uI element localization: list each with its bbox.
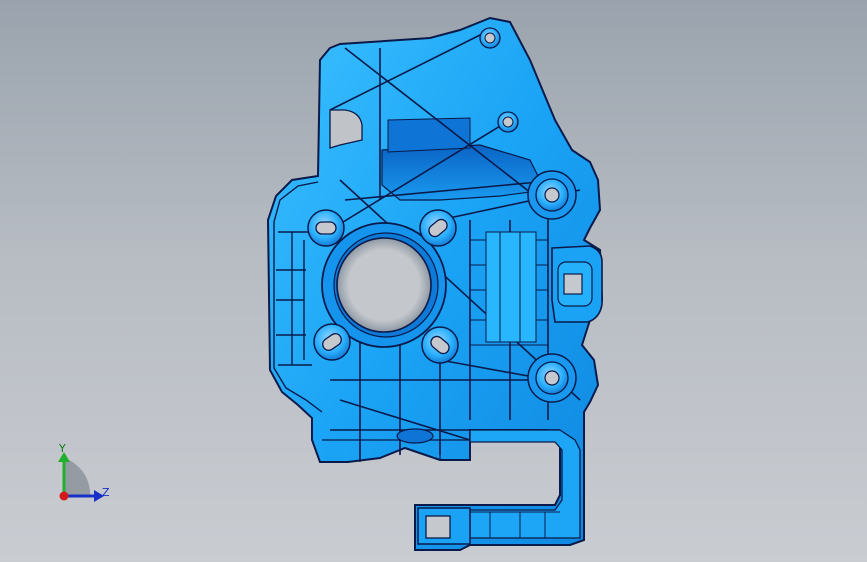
mount-slot-bottom-right xyxy=(421,326,459,364)
hole-upper-middle xyxy=(497,111,519,133)
triad-axes xyxy=(58,452,104,502)
graphics-viewport[interactable]: Y Z xyxy=(0,0,867,562)
y-axis-label: Y xyxy=(59,442,66,455)
3d-part-model[interactable] xyxy=(0,0,867,562)
z-axis-label: Z xyxy=(102,486,110,499)
hole-top xyxy=(479,27,501,49)
boss-upper-right xyxy=(527,170,577,220)
view-orientation-triad: Y Z xyxy=(44,436,124,516)
mount-slot-bottom-left xyxy=(313,323,351,361)
x-axis-dot-icon xyxy=(59,491,69,501)
right-tab xyxy=(551,245,603,323)
boss-lower-right xyxy=(527,353,577,403)
mount-slot-top-right xyxy=(419,209,457,247)
mount-slot-top-left xyxy=(307,209,345,247)
triad-plane-shade xyxy=(64,458,91,496)
